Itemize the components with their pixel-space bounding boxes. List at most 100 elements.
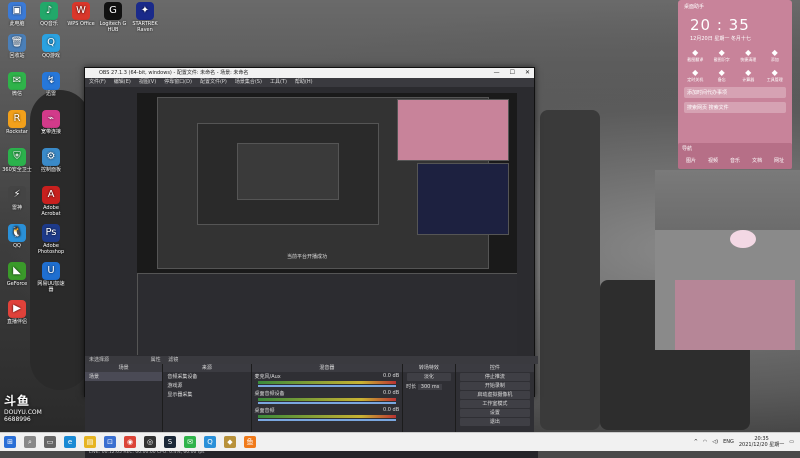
obs-preview[interactable]: 当前平台开播成功: [137, 93, 517, 355]
windows-start-icon[interactable]: ⊞: [4, 436, 16, 448]
notification-icon[interactable]: ▭: [789, 439, 794, 445]
desktop-icon-label: Adobe Photoshop: [37, 243, 65, 255]
wechat-icon[interactable]: ✉: [184, 436, 196, 448]
desktop-icon[interactable]: U 网易UU加速器: [36, 262, 66, 293]
scene-item[interactable]: 场景: [85, 372, 163, 381]
logitech-g-hub-icon: G: [104, 2, 122, 20]
properties-button[interactable]: 属性: [151, 357, 161, 363]
desktop-icon[interactable]: R Rockstar: [2, 110, 32, 135]
duration-input[interactable]: 300 ms: [417, 384, 443, 390]
search-bar[interactable]: 搜索网页 搜索文件: [684, 102, 786, 113]
quick-button[interactable]: ◆ 备忘: [710, 68, 734, 83]
filters-button[interactable]: 滤镜: [168, 357, 178, 363]
nested-assistant-panel: [397, 99, 509, 161]
quick-button[interactable]: ◆ 添加: [763, 48, 787, 63]
source-item[interactable]: 音频采集设备: [163, 372, 250, 381]
volume-meter: [257, 415, 397, 418]
control-button[interactable]: 工作室模式: [459, 400, 530, 408]
desktop-icon[interactable]: Q QQ游戏: [36, 34, 66, 59]
volume-slider[interactable]: [257, 385, 397, 387]
sources-title: 来源: [163, 364, 251, 372]
desktop-icon-label: 直播伴侣: [6, 319, 27, 325]
desktop-icon[interactable]: ▣ 此电脑: [2, 2, 32, 27]
desktop-icon[interactable]: 🗑 回收站: [2, 34, 32, 59]
desktop-icon[interactable]: Ps Adobe Photoshop: [36, 224, 66, 255]
quick-button[interactable]: ◆ 截图翻译: [683, 48, 707, 63]
source-item[interactable]: 游戏源: [163, 381, 250, 390]
desktop-icon[interactable]: ⚡ 雷神: [2, 186, 32, 211]
task-view-icon[interactable]: ▭: [44, 436, 56, 448]
file-explorer-icon[interactable]: ▤: [84, 436, 96, 448]
desktop-icon[interactable]: ✦ STARTREK Raven: [130, 2, 160, 33]
quick-button[interactable]: ◆ 截图识字: [710, 48, 734, 63]
desktop-icon[interactable]: A Adobe Acrobat: [36, 186, 66, 217]
edge-icon[interactable]: e: [64, 436, 76, 448]
desktop-icon-label: Logitech G HUB: [99, 21, 127, 33]
desktop-icon-label: 雷神: [11, 205, 22, 211]
menu-item[interactable]: 文件(F): [89, 78, 106, 87]
desktop-icon[interactable]: ⚙ 控制面板: [36, 148, 66, 173]
desktop-icon-label: 宽带连接: [40, 129, 61, 135]
desktop-icon[interactable]: ♪ QQ音乐: [34, 2, 64, 27]
volume-slider[interactable]: [257, 402, 397, 404]
search-icon[interactable]: ⌕: [24, 436, 36, 448]
menu-item[interactable]: 场景集合(S): [235, 78, 262, 87]
volume-icon[interactable]: ◁): [712, 439, 718, 445]
nav-item[interactable]: 网址: [774, 157, 784, 164]
minimize-icon[interactable]: —: [494, 68, 500, 78]
menu-item[interactable]: 停靠窗口(D): [164, 78, 192, 87]
tray-clock[interactable]: 20:35 2021/12/20 星期一: [739, 436, 784, 448]
language-indicator[interactable]: ENG: [723, 439, 734, 445]
control-button[interactable]: 启动虚拟摄像机: [459, 391, 530, 399]
controls-title: 控件: [455, 364, 534, 372]
control-button[interactable]: 开始录制: [459, 382, 530, 390]
steam-icon[interactable]: S: [164, 436, 176, 448]
scenes-title: 场景: [85, 364, 163, 372]
source-item[interactable]: 显示器采集: [163, 390, 250, 399]
menu-item[interactable]: 帮助(H): [295, 78, 313, 87]
nav-item[interactable]: 文档: [752, 157, 762, 164]
desktop-icon[interactable]: G Logitech G HUB: [98, 2, 128, 33]
desktop-icon[interactable]: ↯ 迅雷: [36, 72, 66, 97]
obs-icon[interactable]: ◎: [144, 436, 156, 448]
desktop-icon[interactable]: W WPS Office: [66, 2, 96, 27]
volume-slider[interactable]: [257, 419, 397, 421]
up-arrow-icon[interactable]: ^: [694, 439, 698, 445]
menu-item[interactable]: 配置文件(P): [200, 78, 227, 87]
quick-button-label: 定时关机: [687, 77, 704, 82]
maximize-icon[interactable]: ☐: [510, 68, 515, 78]
chrome-icon[interactable]: ◉: [124, 436, 136, 448]
league-icon[interactable]: ◆: [224, 436, 236, 448]
menu-item[interactable]: 编辑(E): [114, 78, 131, 87]
transition-select[interactable]: 淡化: [407, 373, 451, 381]
desktop-icon-label: GeForce: [6, 281, 28, 287]
control-button[interactable]: 退出: [459, 418, 530, 426]
desktop-icon[interactable]: 🐧 QQ: [2, 224, 32, 249]
douyu-icon[interactable]: 鱼: [244, 436, 256, 448]
menu-item[interactable]: 视图(V): [139, 78, 156, 87]
nav-item[interactable]: 图片: [686, 157, 696, 164]
todo-input[interactable]: 添加时间代办事项: [684, 87, 786, 98]
quick-button[interactable]: ◆ 定时关机: [683, 68, 707, 83]
doc-icon: ◆: [718, 48, 725, 57]
desktop-icon[interactable]: ⌁ 宽带连接: [36, 110, 66, 135]
quick-button[interactable]: ◆ 工具管理: [763, 68, 787, 83]
quick-button[interactable]: ◆ 快捷清理: [736, 48, 760, 63]
store-icon[interactable]: ⊡: [104, 436, 116, 448]
menu-item[interactable]: 工具(T): [270, 78, 287, 87]
network-icon[interactable]: ◠: [703, 439, 707, 445]
desktop-icon[interactable]: ▶ 直播伴侣: [2, 300, 32, 325]
nav-item[interactable]: 视频: [708, 157, 718, 164]
qq-icon[interactable]: Q: [204, 436, 216, 448]
desktop-icon[interactable]: ◣ GeForce: [2, 262, 32, 287]
网易uu加速器-icon: U: [42, 262, 60, 280]
nav-item[interactable]: 音乐: [730, 157, 740, 164]
control-button[interactable]: 停止推流: [459, 373, 530, 381]
close-icon[interactable]: ✕: [525, 68, 530, 78]
mixer-title: 混音器: [251, 364, 403, 372]
desktop-icon[interactable]: ✉ 微信: [2, 72, 32, 97]
control-button[interactable]: 设置: [459, 409, 530, 417]
desktop-icon[interactable]: ⛨ 360安全卫士: [2, 148, 32, 173]
desktop-icon-label: 迅雷: [45, 91, 56, 97]
quick-button[interactable]: ◆ 计算器: [736, 68, 760, 83]
